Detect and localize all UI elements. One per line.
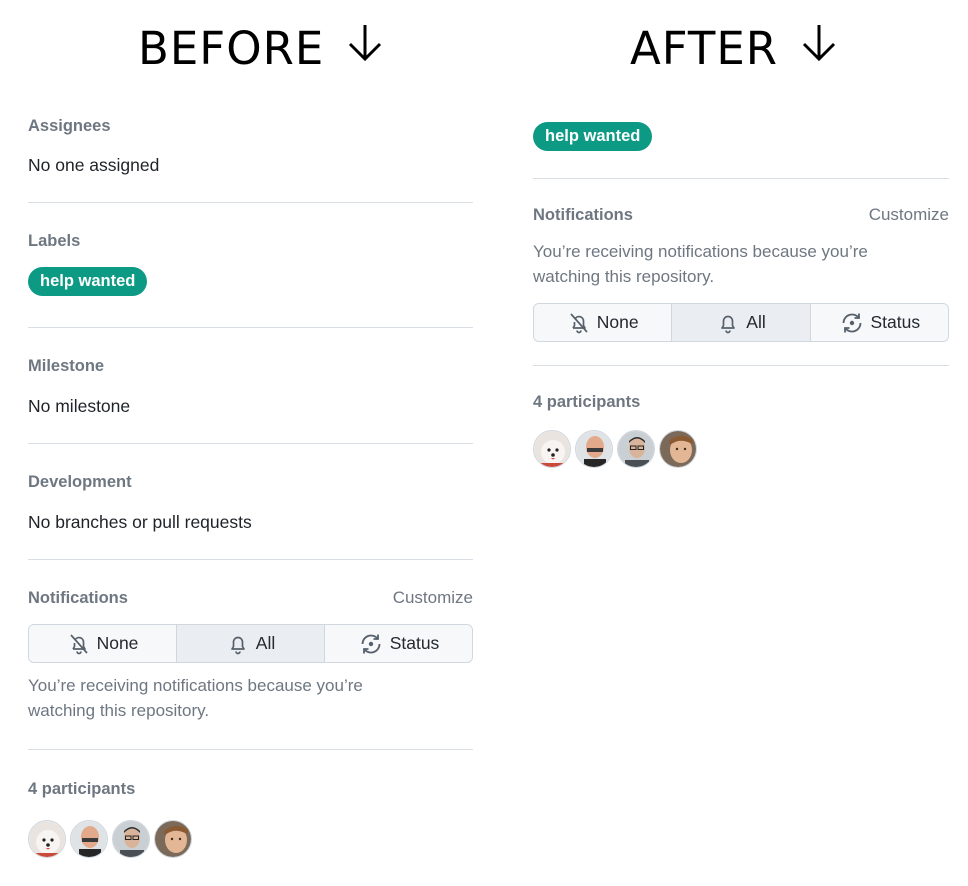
notify-all-label: All <box>746 312 766 332</box>
before-heading-text: BEFORE <box>138 22 325 75</box>
avatar[interactable] <box>659 430 697 468</box>
bell-slash-icon <box>567 311 591 335</box>
notifications-reason: You’re receiving notifications because y… <box>533 242 868 286</box>
notify-all-button[interactable]: All <box>672 304 811 341</box>
avatar[interactable] <box>575 430 613 468</box>
avatar[interactable] <box>112 820 150 858</box>
notifications-title: Notifications <box>533 206 633 224</box>
avatar[interactable] <box>617 430 655 468</box>
assignees-title[interactable]: Assignees <box>28 116 111 136</box>
development-title[interactable]: Development <box>28 472 132 492</box>
labels-title[interactable]: Labels <box>28 231 80 251</box>
labels-list: help wanted <box>533 122 653 151</box>
participants-title: 4 participants <box>533 393 641 411</box>
notify-none-button[interactable]: None <box>29 625 177 662</box>
divider <box>28 559 473 560</box>
notifications-reason: You’re receiving notifications because y… <box>28 676 363 720</box>
label-help-wanted[interactable]: help wanted <box>533 122 653 151</box>
notifications-title: Notifications <box>28 589 128 607</box>
notify-status-button[interactable]: Status <box>325 625 472 662</box>
notification-options: None All Status <box>28 624 473 663</box>
sync-status-icon <box>358 631 384 657</box>
after-heading: AFTER <box>630 18 838 80</box>
bell-icon <box>226 632 250 656</box>
label-help-wanted[interactable]: help wanted <box>28 267 148 296</box>
divider <box>533 365 949 366</box>
participants-title: 4 participants <box>28 780 136 798</box>
notify-none-button[interactable]: None <box>534 304 673 341</box>
sync-status-icon <box>839 310 865 336</box>
notify-none-label: None <box>596 312 639 332</box>
participants-avatars <box>28 820 192 858</box>
bell-slash-icon <box>67 632 91 656</box>
notify-status-label: Status <box>870 312 921 332</box>
customize-link[interactable]: Customize <box>393 588 473 608</box>
participants-avatars <box>533 430 697 468</box>
customize-link[interactable]: Customize <box>869 205 949 225</box>
divider <box>533 178 949 179</box>
notify-all-label: All <box>255 633 276 653</box>
development-value: No branches or pull requests <box>28 512 252 532</box>
avatar[interactable] <box>154 820 192 858</box>
labels-list: help wanted <box>28 267 148 296</box>
divider <box>28 749 473 750</box>
arrow-down-icon <box>346 17 384 79</box>
notify-status-button[interactable]: Status <box>810 304 948 341</box>
divider <box>28 443 473 444</box>
divider <box>28 202 473 203</box>
avatar[interactable] <box>28 820 66 858</box>
divider <box>28 327 473 328</box>
notify-all-button[interactable]: All <box>177 625 325 662</box>
avatar[interactable] <box>70 820 108 858</box>
after-heading-text: AFTER <box>630 22 779 75</box>
milestone-title[interactable]: Milestone <box>28 356 104 376</box>
avatar[interactable] <box>533 430 571 468</box>
milestone-value: No milestone <box>28 396 131 416</box>
notify-none-label: None <box>96 633 139 653</box>
assignees-value: No one assigned <box>28 155 160 175</box>
notify-status-label: Status <box>389 633 440 653</box>
before-heading: BEFORE <box>138 18 384 80</box>
bell-icon <box>716 311 740 335</box>
arrow-down-icon <box>800 17 838 79</box>
notification-options: None All Status <box>533 303 949 342</box>
